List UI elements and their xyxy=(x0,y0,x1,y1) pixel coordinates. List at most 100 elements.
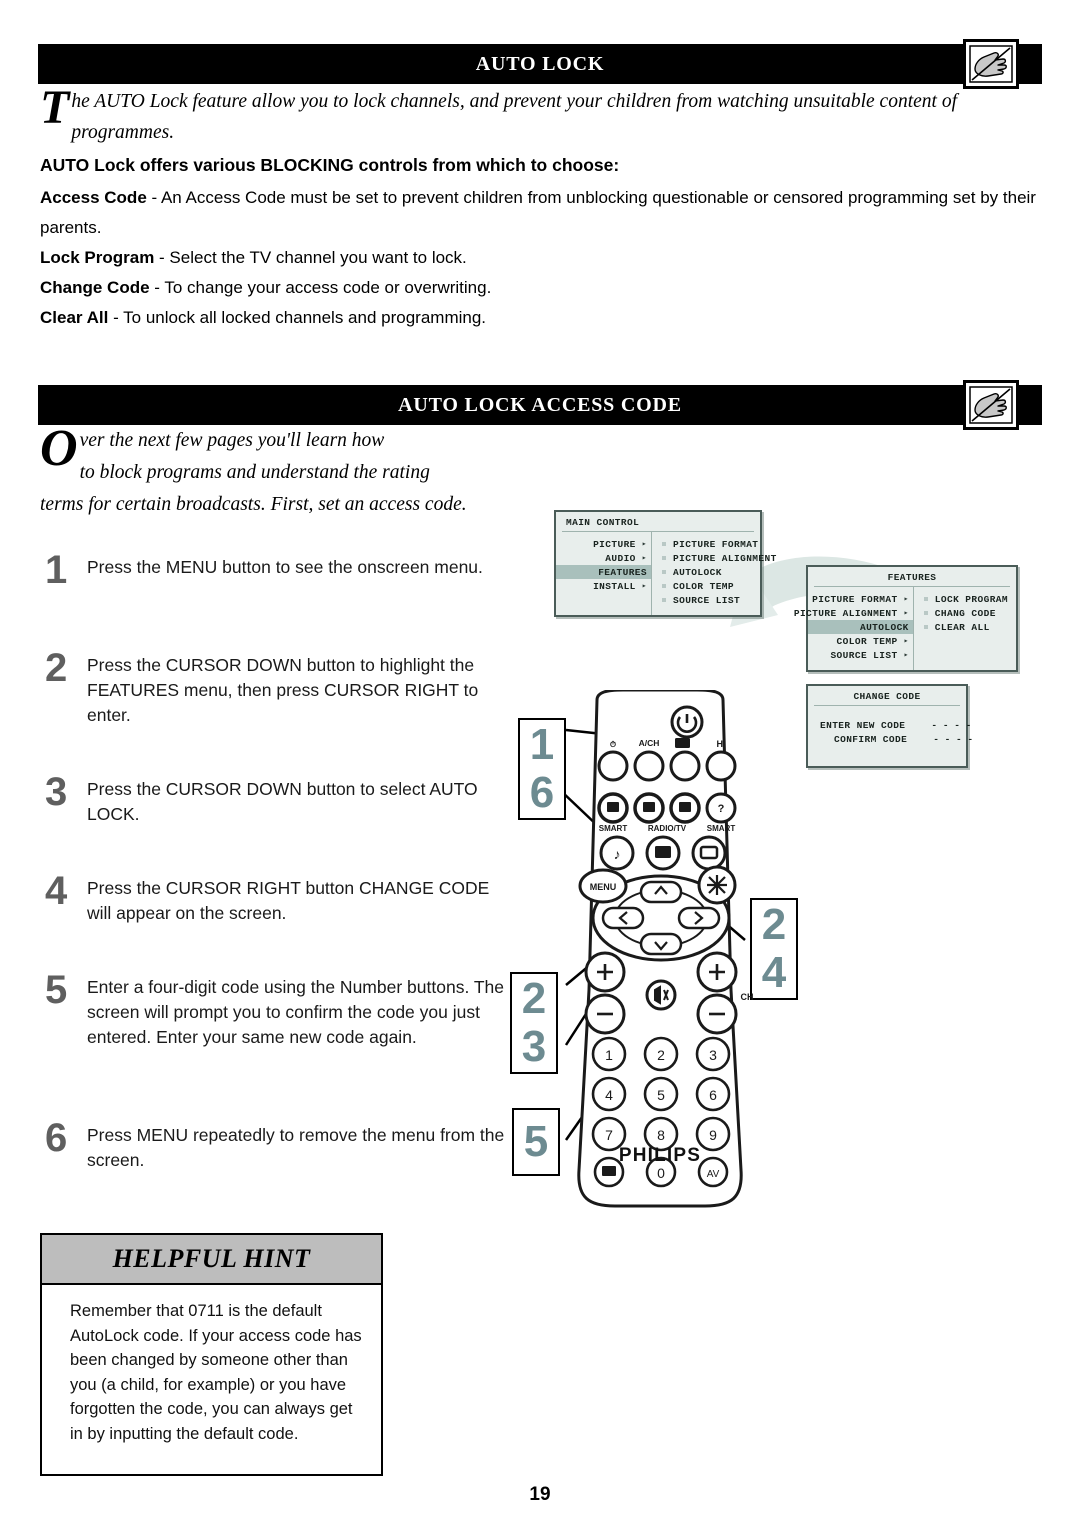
step-4: 4 Press the CURSOR RIGHT button CHANGE C… xyxy=(45,871,505,926)
svg-text:8: 8 xyxy=(657,1127,665,1143)
philips-logo: PHILIPS xyxy=(618,1145,702,1166)
smart-left-label: SMART xyxy=(599,824,628,833)
hi-button xyxy=(705,750,737,782)
section-title: AUTO LOCK xyxy=(475,52,605,75)
osd-subitem-label: PICTURE ALIGNMENT xyxy=(673,552,777,564)
osd-item-picture[interactable]: PICTURE ▸ xyxy=(556,537,651,551)
osd-subitem-label: CHANG CODE xyxy=(934,607,996,619)
step-number: 6 xyxy=(45,1116,68,1160)
intro-paragraph-1-text: he AUTO Lock feature allow you to lock c… xyxy=(71,91,957,143)
osd-right-column: LOCK PROGRAM CHANG CODE CLEAR ALL xyxy=(914,587,1016,670)
osd-subitem-lock-program[interactable]: LOCK PROGRAM xyxy=(920,592,1012,606)
osd-item-label: AUDIO xyxy=(605,552,636,564)
step-number: 2 xyxy=(45,646,68,690)
step-3: 3 Press the CURSOR DOWN button to select… xyxy=(45,772,505,827)
osd-subitem-color-temp[interactable]: COLOR TEMP xyxy=(658,579,781,593)
section-header-auto-lock-access-code: AUTO LOCK ACCESS CODE xyxy=(38,385,1042,425)
osd-item-install[interactable]: INSTALL ▸ xyxy=(556,579,651,593)
callout-digit: 3 xyxy=(521,1022,547,1071)
osd-subitem-label: LOCK PROGRAM xyxy=(934,593,1008,605)
osd-item-label: PICTURE FORMAT xyxy=(812,593,898,605)
svg-text:AV: AV xyxy=(707,1169,720,1180)
svg-text:6: 6 xyxy=(709,1087,717,1103)
step-text: Press the CURSOR RIGHT button CHANGE COD… xyxy=(87,878,490,923)
definition-term: Clear All xyxy=(40,308,109,327)
intro-paragraph-2-line3-wrap: terms for certain broadcasts. First, set… xyxy=(40,489,560,520)
drop-cap-t: T xyxy=(40,81,70,134)
picture-button xyxy=(691,835,727,871)
svg-text:9: 9 xyxy=(709,1127,717,1143)
radio-tv-label: RADIO/TV xyxy=(648,824,687,833)
definition-term: Access Code xyxy=(40,188,147,207)
osd-item-color-temp[interactable]: COLOR TEMP ▸ xyxy=(808,634,913,648)
osd-item-picture-format[interactable]: PICTURE FORMAT ▸ xyxy=(808,592,913,606)
osd-subitem-autolock[interactable]: AUTOLOCK xyxy=(658,565,781,579)
osd-right-column: PICTURE FORMAT PICTURE ALIGNMENT AUTOLOC… xyxy=(652,532,785,615)
definition-item: Access Code - An Access Code must be set… xyxy=(40,183,1040,243)
step-text: Press the CURSOR DOWN button to highligh… xyxy=(87,655,479,725)
hi-label: HI xyxy=(717,739,726,749)
osd-item-source-list[interactable]: SOURCE LIST ▸ xyxy=(808,648,913,662)
cursor-down-button xyxy=(639,932,683,956)
osd-item-label: PICTURE xyxy=(593,538,636,550)
osd-features: FEATURES PICTURE FORMAT ▸ PICTURE ALIGNM… xyxy=(794,565,1018,672)
osd-subitem-picture-alignment[interactable]: PICTURE ALIGNMENT xyxy=(658,551,781,565)
step-5: 5 Enter a four-digit code using the Numb… xyxy=(45,970,510,1050)
cursor-right-button xyxy=(677,906,721,930)
osd-item-picture-alignment[interactable]: PICTURE ALIGNMENT ▸ xyxy=(794,606,913,620)
definition-item: Change Code - To change your access code… xyxy=(40,273,1040,303)
hand-pointing-tv-icon xyxy=(963,39,1019,89)
svg-text:♪: ♪ xyxy=(614,846,621,862)
osd-title: MAIN CONTROL xyxy=(562,514,754,532)
intro-paragraph-2-line2: to block programs and understand the rat… xyxy=(79,462,430,483)
step-number: 4 xyxy=(45,869,68,913)
svg-text:3: 3 xyxy=(709,1047,717,1063)
osd-row-enter-new-code[interactable]: ENTER NEW CODE - - - - xyxy=(816,718,971,732)
bullet-icon xyxy=(923,625,928,629)
screen-format-button xyxy=(669,750,701,782)
helpful-hint-title: HELPFUL HINT xyxy=(42,1235,381,1285)
osd-row-label: CONFIRM CODE xyxy=(834,733,908,745)
osd-main-control: MAIN CONTROL PICTURE ▸ AUDIO ▸ FEATURES … xyxy=(554,510,776,617)
drop-cap-o: O xyxy=(40,420,78,477)
osd-item-audio[interactable]: AUDIO ▸ xyxy=(556,551,651,565)
helpful-hint-text: Remember that 0711 is the default AutoLo… xyxy=(70,1302,362,1443)
definition-item: Lock Program - Select the TV channel you… xyxy=(40,243,1040,273)
definition-item: Clear All - To unlock all locked channel… xyxy=(40,303,1040,333)
osd-title: CHANGE CODE xyxy=(814,688,960,706)
chevron-right-icon: ▸ xyxy=(641,582,647,591)
bullet-icon xyxy=(923,611,928,615)
osd-subitem-clear-all[interactable]: CLEAR ALL xyxy=(920,620,1012,634)
definition-desc: - To change your access code or overwrit… xyxy=(149,278,492,297)
intro-paragraph-2: O ver the next few pages you'll learn ho… xyxy=(40,420,520,489)
osd-item-autolock[interactable]: AUTOLOCK xyxy=(808,620,913,634)
bullet-icon xyxy=(662,598,666,602)
step-text: Press the MENU button to see the onscree… xyxy=(87,557,483,577)
osd-subitem-picture-format[interactable]: PICTURE FORMAT xyxy=(658,537,781,551)
step-text: Press the CURSOR DOWN button to select A… xyxy=(87,779,478,824)
definition-list: Access Code - An Access Code must be set… xyxy=(40,183,1040,333)
step-number: 3 xyxy=(45,770,68,814)
osd-row-value: - - - - xyxy=(933,733,974,745)
svg-text:4: 4 xyxy=(605,1087,613,1103)
intro-paragraph-1: T he AUTO Lock feature allow you to lock… xyxy=(40,81,1040,148)
blocking-controls-lead: AUTO Lock offers various BLOCKING contro… xyxy=(40,155,620,175)
definition-desc: - To unlock all locked channels and prog… xyxy=(108,308,487,327)
step-number: 1 xyxy=(45,548,68,592)
smart-right-label: SMART xyxy=(707,824,736,833)
osd-body: PICTURE FORMAT ▸ PICTURE ALIGNMENT ▸ AUT… xyxy=(794,587,1016,670)
svg-text:?: ? xyxy=(718,803,725,815)
step-1: 1 Press the MENU button to see the onscr… xyxy=(45,550,505,590)
osd-subitem-source-list[interactable]: SOURCE LIST xyxy=(658,593,781,607)
osd-subitem-chang-code[interactable]: CHANG CODE xyxy=(920,606,1012,620)
svg-text:0: 0 xyxy=(657,1165,665,1181)
definition-desc: - An Access Code must be set to prevent … xyxy=(40,188,1036,237)
osd-row-label: ENTER NEW CODE xyxy=(820,719,906,731)
osd-item-features[interactable]: FEATURES xyxy=(556,565,651,579)
chevron-right-icon: ▸ xyxy=(903,637,909,646)
svg-text:5: 5 xyxy=(657,1087,665,1103)
section-header-auto-lock: AUTO LOCK xyxy=(38,44,1042,84)
osd-row-confirm-code[interactable]: CONFIRM CODE - - - - xyxy=(816,732,973,746)
callout-digit: 2 xyxy=(521,974,547,1023)
remote-control-svg: ⏱ A/CH HI ? SMART RADIO/TV SMART ♪ MENU … xyxy=(577,688,754,1208)
